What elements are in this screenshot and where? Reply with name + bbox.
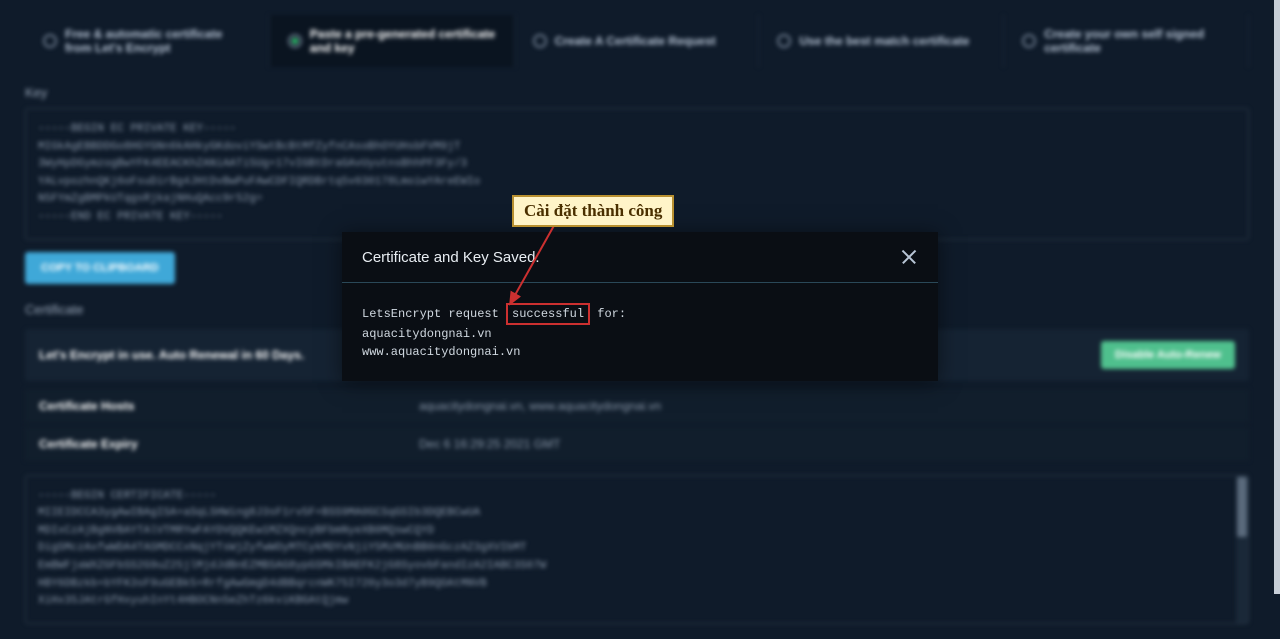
tab-best-match[interactable]: Use the best match certificate [759,15,1004,67]
tab-label: Create A Certificate Request [555,34,716,48]
cert-expiry-label: Certificate Expiry [39,437,419,451]
key-line: YALvpozhnQKj6oFsuDirBg4JHtDvBwPuFAwCDFIQ… [38,174,1236,192]
cert-textarea[interactable]: -----BEGIN CERTIFICATE----- MIIEIDCCA3yg… [25,475,1249,624]
msg-success: successful [506,303,590,325]
tab-label: Free & automatic certificate from Let's … [65,27,251,55]
tab-create-request[interactable]: Create A Certificate Request [515,15,760,67]
tab-label: Use the best match certificate [799,34,969,48]
modal-domain: www.aquacitydongnai.vn [362,343,918,361]
cert-line: MDIxCzAjBgNVBAYTAlVTMRYwFAYDVQQKEw1MZXQn… [38,523,1236,541]
cert-hosts-value: aquacitydongnai.vn, www.aquacitydongnai.… [419,399,661,413]
tab-label: Paste a pre-generated certificate and ke… [310,27,496,55]
modal-body: LetsEncrypt request successful for: aqua… [342,283,938,381]
cert-expiry-row: Certificate Expiry Dec 6 16:29:25 2021 G… [25,427,1249,461]
copy-button[interactable]: COPY TO CLIPBOARD [25,252,175,284]
cert-hosts-row: Certificate Hosts aquacitydongnai.vn, ww… [25,389,1249,423]
modal-title: Certificate and Key Saved. [362,249,540,266]
radio-icon [288,34,302,48]
scrollbar[interactable] [1236,476,1248,623]
cert-line: XiHx35JAtrGfHxyuhInYt4HBOCNn5eZhTz6kviKB… [38,593,1236,611]
tab-lets-encrypt[interactable]: Free & automatic certificate from Let's … [25,15,270,67]
key-label: Key [25,85,1249,100]
msg-suffix: for: [597,307,626,321]
cert-line: -----BEGIN CERTIFICATE----- [38,488,1236,506]
cert-line: HBY6DBzkb+bYFK3sF9uGEBk5+RrfgAwGmgD4dBBq… [38,576,1236,594]
cert-line: DigSMczAxfwWDA4TASMDCCxNqjYTsWjZyfwWOyMT… [38,540,1236,558]
tab-self-signed[interactable]: Create your own self signed certificate [1004,15,1249,67]
modal-message: LetsEncrypt request successful for: [362,303,918,325]
modal-domain: aquacitydongnai.vn [362,325,918,343]
modal-header: Certificate and Key Saved. [342,232,938,283]
cert-expiry-value: Dec 6 16:29:25 2021 GMT [419,437,560,451]
key-line: 3WyHpDGymzogBwYFK4EEACKhZANiAATi5Ug+17vI… [38,156,1236,174]
cert-hosts-label: Certificate Hosts [39,399,419,413]
cert-tabs: Free & automatic certificate from Let's … [25,15,1249,67]
save-confirmation-modal: Certificate and Key Saved. LetsEncrypt r… [342,232,938,381]
radio-icon [533,34,547,48]
radio-icon [43,34,57,48]
cert-line: MIIEIDCCA3ygAwIBAgISA+aSqLSHWing8J3sF1rv… [38,505,1236,523]
radio-icon [1022,34,1036,48]
scrollbar-thumb[interactable] [1237,477,1247,537]
close-icon[interactable] [900,248,918,266]
key-line: -----BEGIN EC PRIVATE KEY----- [38,121,1236,139]
key-line: MIGkAgEBBDDGo8HGYGNn6kAHkyGKdoviYSwtBcBt… [38,139,1236,157]
disable-auto-renew-button[interactable]: Disable Auto-Renew [1101,341,1235,369]
renewal-text: Let's Encrypt in use. Auto Renewal in 60… [39,348,304,362]
radio-icon [777,34,791,48]
tab-paste-cert[interactable]: Paste a pre-generated certificate and ke… [270,15,515,67]
tab-label: Create your own self signed certificate [1044,27,1230,55]
msg-prefix: LetsEncrypt request [362,307,499,321]
cert-line: EmBWFjaWXZGFbSS2G9uZ25jlMjdJdBnEZMBSAG8y… [38,558,1236,576]
annotation-callout: Cài đặt thành công [512,195,674,227]
